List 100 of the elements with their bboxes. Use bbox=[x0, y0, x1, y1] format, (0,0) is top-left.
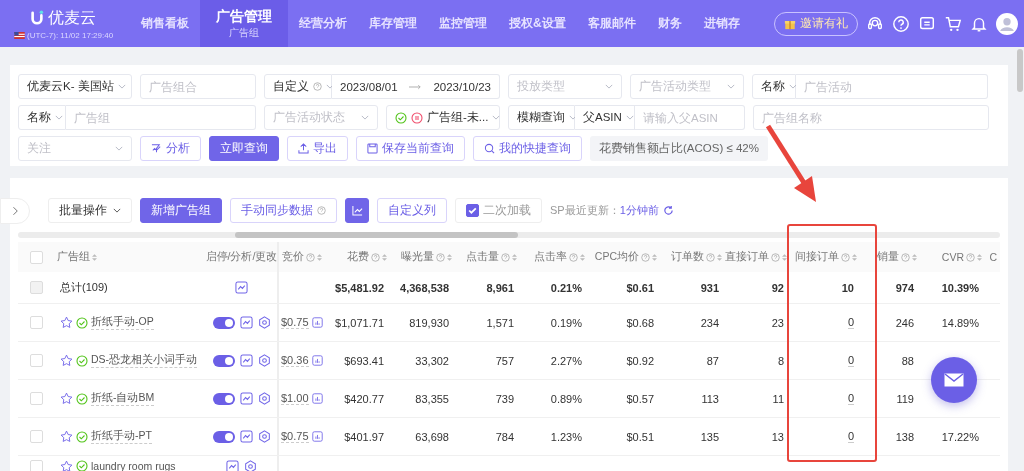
scrollbar-thumb[interactable] bbox=[1017, 49, 1023, 92]
group-status-select[interactable]: 广告组-未... bbox=[386, 105, 500, 130]
query-button[interactable]: 立即查询 bbox=[209, 136, 279, 161]
sort-icon[interactable] bbox=[782, 252, 787, 262]
trend-chart-icon[interactable] bbox=[226, 460, 239, 471]
settings-icon[interactable] bbox=[257, 316, 271, 329]
ad-group-link[interactable]: 折纸手动-PT bbox=[91, 429, 152, 444]
analyze-button[interactable]: 分析 bbox=[140, 136, 201, 161]
group-field-select[interactable]: 名称 bbox=[18, 105, 66, 130]
second-load-checkbox[interactable]: 二次加载 bbox=[455, 198, 542, 223]
help-icon[interactable] bbox=[306, 252, 315, 262]
help-icon[interactable] bbox=[371, 252, 380, 262]
help-icon[interactable] bbox=[436, 252, 445, 262]
group-search-field[interactable]: 广告组 bbox=[66, 105, 256, 130]
row-checkbox[interactable] bbox=[29, 354, 43, 367]
bid-value[interactable]: $0.75 bbox=[281, 316, 309, 329]
trend-chart-icon[interactable] bbox=[239, 392, 253, 405]
asin-search-field[interactable]: 请输入父ASIN bbox=[635, 105, 745, 130]
select-all-checkbox[interactable] bbox=[29, 250, 43, 264]
nav-tab[interactable]: 进销存 bbox=[692, 0, 751, 47]
bar-chart-icon[interactable] bbox=[311, 355, 323, 366]
sort-icon[interactable] bbox=[717, 252, 722, 262]
nav-tab[interactable]: 授权&设置 bbox=[498, 0, 577, 47]
sort-icon[interactable] bbox=[382, 252, 387, 262]
help-icon[interactable] bbox=[641, 252, 650, 262]
cart-icon[interactable] bbox=[944, 14, 962, 33]
match-mode-select[interactable]: 模糊查询 bbox=[508, 105, 575, 130]
chart-button[interactable] bbox=[345, 198, 369, 223]
portfolio-field[interactable]: 广告组合 bbox=[140, 74, 256, 99]
bid-value[interactable]: $0.36 bbox=[281, 354, 309, 367]
sort-icon[interactable] bbox=[317, 252, 322, 262]
sort-icon[interactable] bbox=[92, 252, 97, 262]
sort-icon[interactable] bbox=[912, 252, 917, 262]
campaign-field-select[interactable]: 名称 bbox=[752, 74, 796, 99]
help-icon[interactable] bbox=[501, 252, 510, 262]
refresh-icon[interactable] bbox=[662, 205, 674, 216]
trend-chart-icon[interactable] bbox=[239, 316, 253, 329]
help-icon[interactable] bbox=[569, 252, 578, 262]
bar-chart-icon[interactable] bbox=[311, 393, 323, 404]
trend-chart-icon[interactable] bbox=[235, 281, 248, 294]
settings-icon[interactable] bbox=[244, 460, 257, 471]
add-group-button[interactable]: 新增广告组 bbox=[140, 198, 222, 223]
date-mode-select[interactable]: 自定义 bbox=[264, 74, 332, 99]
settings-icon[interactable] bbox=[257, 392, 271, 405]
nav-tab[interactable]: 广告管理 广告组 bbox=[200, 0, 288, 47]
star-icon[interactable] bbox=[60, 316, 73, 329]
asin-field-select[interactable]: 父ASIN bbox=[575, 105, 635, 130]
sort-icon[interactable] bbox=[652, 252, 657, 262]
update-time-link[interactable]: 1分钟前 bbox=[619, 203, 659, 218]
star-icon[interactable] bbox=[60, 392, 73, 405]
sync-data-button[interactable]: 手动同步数据 bbox=[230, 198, 337, 223]
enable-toggle[interactable] bbox=[212, 354, 235, 367]
nav-tab[interactable]: 销售看板 bbox=[130, 0, 200, 47]
custom-columns-button[interactable]: 自定义列 bbox=[377, 198, 447, 223]
nav-tab[interactable]: 库存管理 bbox=[358, 0, 428, 47]
sort-icon[interactable] bbox=[512, 252, 517, 262]
ad-group-link[interactable]: 折纸-自动BM bbox=[91, 391, 155, 406]
quick-query-button[interactable]: 我的快捷查询 bbox=[473, 136, 582, 161]
sort-icon[interactable] bbox=[580, 252, 585, 262]
bar-chart-icon[interactable] bbox=[311, 317, 323, 328]
date-range-field[interactable]: 2023/08/01 2023/10/23 bbox=[332, 74, 500, 99]
nav-tab[interactable]: 监控管理 bbox=[428, 0, 498, 47]
bid-value[interactable]: $0.75 bbox=[281, 430, 309, 443]
sort-icon[interactable] bbox=[447, 252, 452, 262]
enable-toggle[interactable] bbox=[212, 316, 235, 329]
nav-tab[interactable]: 客服邮件 bbox=[576, 0, 647, 47]
bar-chart-icon[interactable] bbox=[311, 431, 323, 442]
row-checkbox[interactable] bbox=[29, 392, 43, 405]
settings-icon[interactable] bbox=[257, 430, 271, 443]
sort-icon[interactable] bbox=[852, 252, 857, 262]
ad-group-link[interactable]: 折纸手动-OP bbox=[91, 315, 154, 330]
help-icon[interactable] bbox=[771, 252, 780, 262]
row-checkbox[interactable] bbox=[29, 430, 43, 443]
export-button[interactable]: 导出 bbox=[287, 136, 348, 161]
sort-icon[interactable] bbox=[977, 252, 982, 262]
enable-toggle[interactable] bbox=[212, 392, 235, 405]
save-query-button[interactable]: 保存当前查询 bbox=[356, 136, 465, 161]
bid-value[interactable]: $1.00 bbox=[281, 392, 309, 405]
star-icon[interactable] bbox=[60, 430, 73, 443]
trend-chart-icon[interactable] bbox=[239, 354, 253, 367]
help-icon[interactable] bbox=[841, 252, 850, 262]
star-icon[interactable] bbox=[60, 354, 73, 367]
enable-toggle[interactable] bbox=[212, 430, 235, 443]
shop-select[interactable]: 优麦云K- 美国站 bbox=[18, 74, 132, 99]
help-icon[interactable] bbox=[966, 252, 975, 262]
campaign-search-field[interactable]: 广告活动 bbox=[796, 74, 988, 99]
batch-actions-dropdown[interactable]: 批量操作 bbox=[48, 198, 132, 223]
row-checkbox[interactable] bbox=[29, 460, 43, 471]
avatar-icon[interactable] bbox=[996, 12, 1018, 35]
help-icon[interactable] bbox=[706, 252, 715, 262]
row-checkbox[interactable] bbox=[29, 316, 43, 329]
settings-icon[interactable] bbox=[257, 354, 271, 367]
ad-group-link[interactable]: DS-恐龙相关小词手动 bbox=[91, 353, 198, 368]
group-name-field[interactable]: 广告组名称 bbox=[753, 105, 989, 130]
nav-tab[interactable]: 经营分析 bbox=[288, 0, 358, 47]
scrollbar-thumb[interactable] bbox=[235, 232, 518, 238]
star-icon[interactable] bbox=[60, 460, 73, 471]
nav-tab[interactable]: 财务 bbox=[646, 0, 693, 47]
help-icon[interactable] bbox=[901, 252, 910, 262]
trend-chart-icon[interactable] bbox=[239, 430, 253, 443]
